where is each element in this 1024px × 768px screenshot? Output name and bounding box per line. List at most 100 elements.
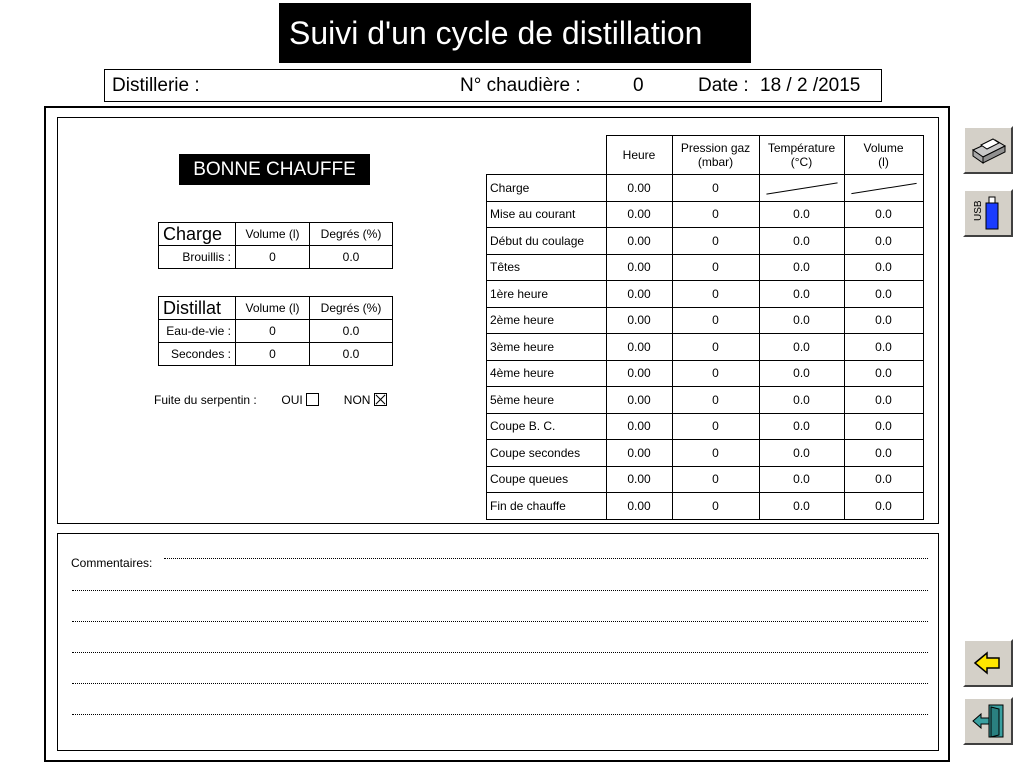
exit-door-icon [972, 704, 1004, 738]
temperature-cell[interactable]: 0.0 [758, 439, 845, 467]
pression-cell[interactable]: 0 [671, 333, 760, 361]
pression-cell[interactable]: 0 [671, 200, 760, 228]
temperature-cell[interactable]: 0.0 [758, 412, 845, 440]
oui-label: OUI [281, 393, 303, 407]
non-checkbox[interactable] [373, 393, 387, 406]
pression-cell[interactable]: 0 [671, 465, 760, 493]
page-title: Suivi d'un cycle de distillation [279, 3, 751, 63]
volume-cell[interactable]: 0.0 [843, 412, 924, 440]
row-label: Charge [486, 174, 607, 202]
table-row: Coupe queues 0.00 0 0.0 0.0 [486, 465, 924, 493]
pression-cell[interactable]: 0 [671, 359, 760, 387]
secondes-label: Secondes : [158, 342, 236, 366]
brouillis-degres[interactable]: 0.0 [309, 245, 393, 269]
comment-line[interactable] [72, 714, 928, 715]
volume-cell[interactable]: 0.0 [843, 200, 924, 228]
heure-cell[interactable]: 0.00 [605, 280, 673, 308]
temperature-cell[interactable]: 0.0 [758, 306, 845, 334]
comments-panel [57, 533, 939, 751]
volume-cell[interactable] [843, 174, 924, 202]
brouillis-label: Brouillis : [158, 245, 236, 269]
table-row: 5ème heure 0.00 0 0.0 0.0 [486, 386, 924, 414]
comment-line[interactable] [72, 621, 928, 622]
exit-button[interactable] [963, 697, 1013, 745]
heure-cell[interactable]: 0.00 [605, 439, 673, 467]
temperature-cell[interactable]: 0.0 [758, 492, 845, 520]
heure-cell[interactable]: 0.00 [605, 333, 673, 361]
chaudiere-label: N° chaudière : [460, 75, 581, 96]
volume-cell[interactable]: 0.0 [843, 333, 924, 361]
pression-cell[interactable]: 0 [671, 412, 760, 440]
comment-line[interactable] [72, 652, 928, 653]
volume-cell[interactable]: 0.0 [843, 306, 924, 334]
table-row: Mise au courant 0.00 0 0.0 0.0 [486, 200, 924, 228]
heure-cell[interactable]: 0.00 [605, 227, 673, 255]
row-label: Début du coulage [486, 227, 607, 255]
comment-line[interactable] [72, 590, 928, 591]
temperature-cell[interactable]: 0.0 [758, 280, 845, 308]
volume-cell[interactable]: 0.0 [843, 465, 924, 493]
charge-title: Charge [158, 222, 236, 246]
table-row: Charge 0.00 0 [486, 174, 924, 202]
distillat-title: Distillat [158, 296, 236, 320]
volume-cell[interactable]: 0.0 [843, 280, 924, 308]
back-arrow-icon [973, 651, 1000, 675]
row-label: Mise au courant [486, 200, 607, 228]
comment-line[interactable] [72, 683, 928, 684]
row-label: Fin de chauffe [486, 492, 607, 520]
volume-cell[interactable]: 0.0 [843, 492, 924, 520]
heure-cell[interactable]: 0.00 [605, 492, 673, 520]
temperature-cell[interactable]: 0.0 [758, 200, 845, 228]
date-value[interactable]: 18 / 2 /2015 [760, 75, 860, 97]
printer-icon [971, 138, 1007, 164]
row-label: 2ème heure [486, 306, 607, 334]
temperature-cell[interactable]: 0.0 [758, 333, 845, 361]
usb-export-button[interactable]: USB [963, 189, 1013, 237]
info-bar: Distillerie : N° chaudière : 0 Date : 18… [104, 69, 882, 102]
oui-checkbox[interactable] [306, 393, 320, 406]
pression-cell[interactable]: 0 [671, 280, 760, 308]
eau-de-vie-degres[interactable]: 0.0 [309, 319, 393, 343]
chauffe-type-badge: BONNE CHAUFFE [179, 154, 370, 185]
temperature-cell[interactable]: 0.0 [758, 386, 845, 414]
comment-line[interactable] [164, 558, 928, 559]
distillat-col-volume: Volume (l) [235, 296, 310, 320]
heure-cell[interactable]: 0.00 [605, 386, 673, 414]
heure-cell[interactable]: 0.00 [605, 253, 673, 281]
table-row: Coupe B. C. 0.00 0 0.0 0.0 [486, 412, 924, 440]
comments-label: Commentaires: [71, 556, 153, 570]
heure-cell[interactable]: 0.00 [605, 200, 673, 228]
table-row: Début du coulage 0.00 0 0.0 0.0 [486, 227, 924, 255]
temperature-cell[interactable] [758, 174, 845, 202]
heure-cell[interactable]: 0.00 [605, 359, 673, 387]
temperature-cell[interactable]: 0.0 [758, 359, 845, 387]
temperature-cell[interactable]: 0.0 [758, 227, 845, 255]
volume-cell[interactable]: 0.0 [843, 439, 924, 467]
pression-cell[interactable]: 0 [671, 492, 760, 520]
volume-cell[interactable]: 0.0 [843, 359, 924, 387]
charge-col-degres: Degrés (%) [309, 222, 393, 246]
heure-cell[interactable]: 0.00 [605, 465, 673, 493]
pression-cell[interactable]: 0 [671, 386, 760, 414]
temperature-cell[interactable]: 0.0 [758, 253, 845, 281]
pression-cell[interactable]: 0 [671, 174, 760, 202]
eau-de-vie-volume[interactable]: 0 [235, 319, 310, 343]
pression-cell[interactable]: 0 [671, 439, 760, 467]
secondes-volume[interactable]: 0 [235, 342, 310, 366]
chaudiere-value[interactable]: 0 [633, 75, 644, 97]
volume-cell[interactable]: 0.0 [843, 386, 924, 414]
pression-cell[interactable]: 0 [671, 306, 760, 334]
heure-cell[interactable]: 0.00 [605, 306, 673, 334]
volume-cell[interactable]: 0.0 [843, 253, 924, 281]
pression-cell[interactable]: 0 [671, 253, 760, 281]
print-button[interactable] [963, 126, 1013, 174]
temperature-cell[interactable]: 0.0 [758, 465, 845, 493]
pression-cell[interactable]: 0 [671, 227, 760, 255]
back-button[interactable] [963, 639, 1013, 687]
volume-cell[interactable]: 0.0 [843, 227, 924, 255]
heure-cell[interactable]: 0.00 [605, 412, 673, 440]
table-row: Têtes 0.00 0 0.0 0.0 [486, 253, 924, 281]
brouillis-volume[interactable]: 0 [235, 245, 310, 269]
secondes-degres[interactable]: 0.0 [309, 342, 393, 366]
heure-cell[interactable]: 0.00 [605, 174, 673, 202]
